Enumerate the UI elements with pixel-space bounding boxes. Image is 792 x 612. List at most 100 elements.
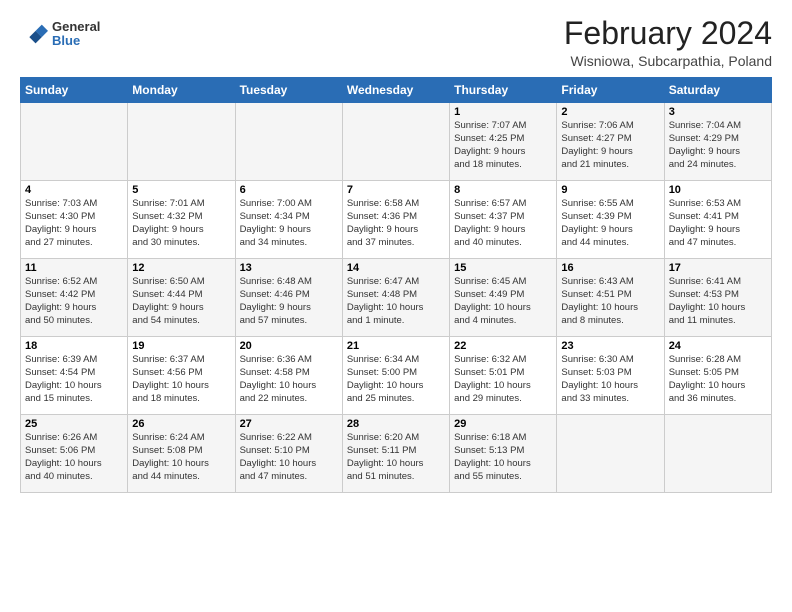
day-info: Sunrise: 6:39 AM Sunset: 4:54 PM Dayligh… xyxy=(25,354,123,405)
calendar-cell: 11Sunrise: 6:52 AM Sunset: 4:42 PM Dayli… xyxy=(21,259,128,337)
day-number: 21 xyxy=(347,340,445,352)
day-number: 6 xyxy=(240,184,338,196)
calendar-cell: 19 Sunrise: 6:37 AM Sunset: 4:56 PM Dayli… xyxy=(128,337,235,415)
calendar-cell xyxy=(21,103,128,181)
calendar-cell xyxy=(342,103,449,181)
day-number: 7 xyxy=(347,184,445,196)
day-number: 15 xyxy=(454,262,552,274)
calendar-cell: 27Sunrise: 6:22 AM Sunset: 5:10 PM Dayli… xyxy=(235,415,342,493)
calendar-week-5: 25 Sunrise: 6:26 AM Sunset: 5:06 PM Dayli… xyxy=(21,415,772,493)
logo-blue-text: Blue xyxy=(52,34,100,48)
day-info: Sunrise: 6:36 AM Sunset: 4:58 PM Dayligh… xyxy=(240,354,338,405)
day-info: Sunrise: 7:06 AM Sunset: 4:27 PM Dayligh… xyxy=(561,120,659,171)
day-number: 28 xyxy=(347,418,445,430)
calendar-week-1: 1 Sunrise: 7:07 AM Sunset: 4:25 PM Daylig… xyxy=(21,103,772,181)
day-number: 5 xyxy=(132,184,230,196)
calendar-cell: 8Sunrise: 6:57 AM Sunset: 4:37 PM Daylig… xyxy=(450,181,557,259)
day-info: Sunrise: 6:55 AM Sunset: 4:39 PM Dayligh… xyxy=(561,198,659,249)
day-number: 26 xyxy=(132,418,230,430)
day-info: Sunrise: 7:04 AM Sunset: 4:29 PM Dayligh… xyxy=(669,120,767,171)
day-info: Sunrise: 6:48 AM Sunset: 4:46 PM Dayligh… xyxy=(240,276,338,327)
day-number: 10 xyxy=(669,184,767,196)
day-number: 16 xyxy=(561,262,659,274)
calendar-cell: 6 Sunrise: 7:00 AM Sunset: 4:34 PM Daylig… xyxy=(235,181,342,259)
calendar-cell: 26 Sunrise: 6:24 AM Sunset: 5:08 PM Dayli… xyxy=(128,415,235,493)
calendar-cell: 12 Sunrise: 6:50 AM Sunset: 4:44 PM Dayli… xyxy=(128,259,235,337)
weekday-header-tuesday: Tuesday xyxy=(235,78,342,103)
calendar-cell: 17 Sunrise: 6:41 AM Sunset: 4:53 PM Dayli… xyxy=(664,259,771,337)
day-number: 24 xyxy=(669,340,767,352)
calendar-week-4: 18Sunrise: 6:39 AM Sunset: 4:54 PM Dayli… xyxy=(21,337,772,415)
logo-general-text: General xyxy=(52,20,100,34)
page: General Blue February 2024 Wisniowa, Sub… xyxy=(0,0,792,503)
calendar-cell: 25 Sunrise: 6:26 AM Sunset: 5:06 PM Dayli… xyxy=(21,415,128,493)
day-info: Sunrise: 7:01 AM Sunset: 4:32 PM Dayligh… xyxy=(132,198,230,249)
calendar-header: SundayMondayTuesdayWednesdayThursdayFrid… xyxy=(21,78,772,103)
day-number: 20 xyxy=(240,340,338,352)
day-info: Sunrise: 6:47 AM Sunset: 4:48 PM Dayligh… xyxy=(347,276,445,327)
calendar-cell: 4 Sunrise: 7:03 AM Sunset: 4:30 PM Daylig… xyxy=(21,181,128,259)
day-info: Sunrise: 6:20 AM Sunset: 5:11 PM Dayligh… xyxy=(347,432,445,483)
calendar-cell: 13 Sunrise: 6:48 AM Sunset: 4:46 PM Dayli… xyxy=(235,259,342,337)
calendar-cell: 16 Sunrise: 6:43 AM Sunset: 4:51 PM Dayli… xyxy=(557,259,664,337)
calendar-cell: 21 Sunrise: 6:34 AM Sunset: 5:00 PM Dayli… xyxy=(342,337,449,415)
weekday-header-saturday: Saturday xyxy=(664,78,771,103)
logo-text: General Blue xyxy=(52,20,100,49)
day-number: 23 xyxy=(561,340,659,352)
weekday-header-friday: Friday xyxy=(557,78,664,103)
day-info: Sunrise: 6:30 AM Sunset: 5:03 PM Dayligh… xyxy=(561,354,659,405)
main-title: February 2024 xyxy=(564,16,772,51)
day-info: Sunrise: 6:34 AM Sunset: 5:00 PM Dayligh… xyxy=(347,354,445,405)
calendar-cell xyxy=(128,103,235,181)
calendar-week-3: 11Sunrise: 6:52 AM Sunset: 4:42 PM Dayli… xyxy=(21,259,772,337)
day-number: 17 xyxy=(669,262,767,274)
calendar-cell: 7Sunrise: 6:58 AM Sunset: 4:36 PM Daylig… xyxy=(342,181,449,259)
day-info: Sunrise: 7:03 AM Sunset: 4:30 PM Dayligh… xyxy=(25,198,123,249)
calendar-cell: 2 Sunrise: 7:06 AM Sunset: 4:27 PM Daylig… xyxy=(557,103,664,181)
day-number: 4 xyxy=(25,184,123,196)
calendar-cell: 20 Sunrise: 6:36 AM Sunset: 4:58 PM Dayli… xyxy=(235,337,342,415)
day-number: 25 xyxy=(25,418,123,430)
day-info: Sunrise: 7:00 AM Sunset: 4:34 PM Dayligh… xyxy=(240,198,338,249)
day-info: Sunrise: 6:53 AM Sunset: 4:41 PM Dayligh… xyxy=(669,198,767,249)
weekday-header-monday: Monday xyxy=(128,78,235,103)
logo: General Blue xyxy=(20,20,100,49)
calendar-cell: 23 Sunrise: 6:30 AM Sunset: 5:03 PM Dayli… xyxy=(557,337,664,415)
day-number: 29 xyxy=(454,418,552,430)
day-info: Sunrise: 6:22 AM Sunset: 5:10 PM Dayligh… xyxy=(240,432,338,483)
day-info: Sunrise: 6:28 AM Sunset: 5:05 PM Dayligh… xyxy=(669,354,767,405)
calendar-cell: 14Sunrise: 6:47 AM Sunset: 4:48 PM Dayli… xyxy=(342,259,449,337)
day-number: 13 xyxy=(240,262,338,274)
day-info: Sunrise: 6:41 AM Sunset: 4:53 PM Dayligh… xyxy=(669,276,767,327)
subtitle: Wisniowa, Subcarpathia, Poland xyxy=(564,53,772,69)
calendar-cell xyxy=(664,415,771,493)
weekday-header-thursday: Thursday xyxy=(450,78,557,103)
day-info: Sunrise: 6:24 AM Sunset: 5:08 PM Dayligh… xyxy=(132,432,230,483)
header: General Blue February 2024 Wisniowa, Sub… xyxy=(20,16,772,69)
day-number: 12 xyxy=(132,262,230,274)
calendar-cell: 22Sunrise: 6:32 AM Sunset: 5:01 PM Dayli… xyxy=(450,337,557,415)
day-info: Sunrise: 6:26 AM Sunset: 5:06 PM Dayligh… xyxy=(25,432,123,483)
day-number: 8 xyxy=(454,184,552,196)
day-info: Sunrise: 7:07 AM Sunset: 4:25 PM Dayligh… xyxy=(454,120,552,171)
day-info: Sunrise: 6:37 AM Sunset: 4:56 PM Dayligh… xyxy=(132,354,230,405)
day-info: Sunrise: 6:18 AM Sunset: 5:13 PM Dayligh… xyxy=(454,432,552,483)
calendar-cell: 18Sunrise: 6:39 AM Sunset: 4:54 PM Dayli… xyxy=(21,337,128,415)
day-info: Sunrise: 6:45 AM Sunset: 4:49 PM Dayligh… xyxy=(454,276,552,327)
calendar-cell: 15 Sunrise: 6:45 AM Sunset: 4:49 PM Dayli… xyxy=(450,259,557,337)
calendar-cell: 3Sunrise: 7:04 AM Sunset: 4:29 PM Daylig… xyxy=(664,103,771,181)
weekday-header-sunday: Sunday xyxy=(21,78,128,103)
logo-icon xyxy=(20,20,48,48)
title-block: February 2024 Wisniowa, Subcarpathia, Po… xyxy=(564,16,772,69)
day-info: Sunrise: 6:43 AM Sunset: 4:51 PM Dayligh… xyxy=(561,276,659,327)
day-number: 1 xyxy=(454,106,552,118)
day-number: 19 xyxy=(132,340,230,352)
day-number: 2 xyxy=(561,106,659,118)
calendar-cell: 24 Sunrise: 6:28 AM Sunset: 5:05 PM Dayli… xyxy=(664,337,771,415)
calendar-cell: 10 Sunrise: 6:53 AM Sunset: 4:41 PM Dayli… xyxy=(664,181,771,259)
calendar-week-2: 4 Sunrise: 7:03 AM Sunset: 4:30 PM Daylig… xyxy=(21,181,772,259)
day-info: Sunrise: 6:50 AM Sunset: 4:44 PM Dayligh… xyxy=(132,276,230,327)
weekday-row: SundayMondayTuesdayWednesdayThursdayFrid… xyxy=(21,78,772,103)
day-number: 9 xyxy=(561,184,659,196)
day-number: 11 xyxy=(25,262,123,274)
